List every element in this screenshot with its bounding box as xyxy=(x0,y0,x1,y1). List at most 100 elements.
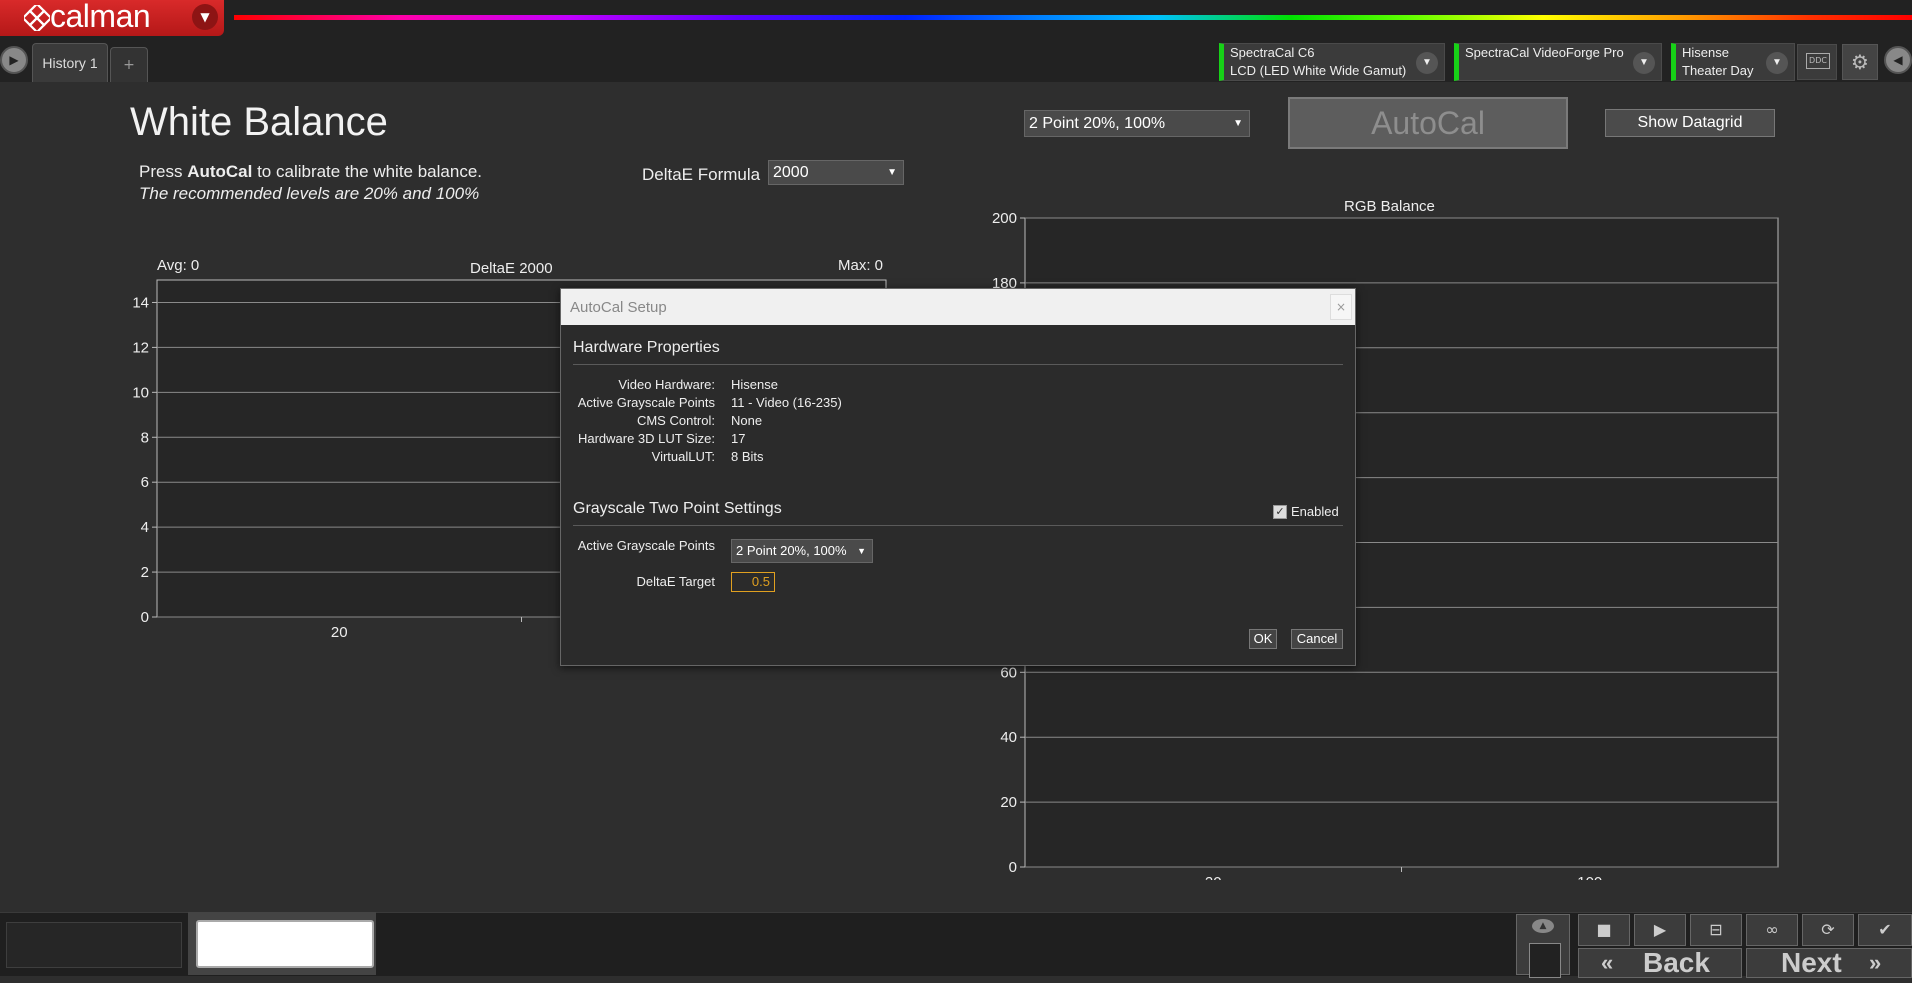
chevron-down-icon[interactable]: ▼ xyxy=(192,4,218,30)
ok-button[interactable]: OK xyxy=(1249,629,1277,649)
chevron-down-icon[interactable]: ▼ xyxy=(1766,52,1788,74)
double-chevron-right-icon: » xyxy=(1869,950,1882,975)
delta-formula-select[interactable]: 2000 ▼ xyxy=(768,160,904,185)
grayscale-section-title: Grayscale Two Point Settings xyxy=(573,500,782,517)
play-icon[interactable]: ▶ xyxy=(1634,914,1686,946)
y-tick-label: 14 xyxy=(132,294,149,311)
y-tick-label: 8 xyxy=(141,429,149,446)
device-generator-name: SpectraCal VideoForge Pro xyxy=(1465,45,1624,60)
property-value: None xyxy=(731,413,763,428)
show-datagrid-button[interactable]: Show Datagrid xyxy=(1605,109,1775,137)
property-label: Hardware 3D LUT Size: xyxy=(577,431,715,446)
chevron-up-icon: ▲ xyxy=(1532,919,1554,933)
x-tick-label: 20 xyxy=(331,624,348,641)
tab-history-1[interactable]: History 1 xyxy=(32,43,108,82)
points-select[interactable]: 2 Point 20%, 100% ▼ xyxy=(1024,110,1250,137)
x-tick-label: 100 xyxy=(1577,874,1602,880)
add-tab-button[interactable]: + xyxy=(110,47,148,82)
chevron-down-icon[interactable]: ▼ xyxy=(1633,52,1655,74)
workflow-thumbnail-current[interactable] xyxy=(196,920,374,968)
property-value: Hisense xyxy=(731,377,778,392)
instruction-suffix: to calibrate the white balance. xyxy=(252,162,483,181)
caret-down-icon: ▼ xyxy=(1233,117,1243,129)
active-points-select[interactable]: 2 Point 20%, 100% ▼ xyxy=(731,539,873,563)
deltae-chart-title: DeltaE 2000 xyxy=(470,260,553,277)
device-display-name: Hisense xyxy=(1682,45,1729,60)
device-pattern-generator[interactable]: SpectraCal VideoForge Pro ▼ xyxy=(1454,43,1662,81)
y-tick-label: 40 xyxy=(1000,729,1017,746)
step-icon[interactable]: ⊟ xyxy=(1690,914,1742,946)
gear-icon[interactable]: ⚙ xyxy=(1842,44,1878,80)
caret-down-icon: ▼ xyxy=(857,546,866,556)
points-select-value: 2 Point 20%, 100% xyxy=(1029,115,1166,132)
refresh-icon[interactable]: ⟳ xyxy=(1802,914,1854,946)
deltae-max: Max: 0 xyxy=(838,257,884,274)
stop-icon[interactable]: ■ xyxy=(1578,914,1630,946)
hardware-section-title: Hardware Properties xyxy=(573,339,720,356)
close-icon[interactable]: × xyxy=(1330,294,1352,320)
dialog-titlebar xyxy=(561,289,1355,325)
rainbow-strip xyxy=(234,15,1912,20)
chevron-down-icon[interactable]: ▼ xyxy=(1416,52,1438,74)
back-button[interactable]: « Back xyxy=(1578,947,1742,978)
x-tick-label: 20 xyxy=(1205,874,1222,880)
device-meter-name: SpectraCal C6 xyxy=(1230,45,1315,60)
y-tick-label: 12 xyxy=(132,339,149,356)
workflow-thumbnail-previous[interactable] xyxy=(6,922,182,968)
active-points-label: Active Grayscale Points xyxy=(577,538,715,553)
panel-icon xyxy=(1529,943,1561,978)
page-title: White Balance xyxy=(130,100,388,144)
rgb-chart-title: RGB Balance xyxy=(1344,198,1435,215)
y-tick-label: 0 xyxy=(1009,859,1017,876)
property-value: 8 Bits xyxy=(731,449,764,464)
dialog-title: AutoCal Setup xyxy=(570,299,667,316)
deltae-avg: Avg: 0 xyxy=(157,257,200,274)
device-meter[interactable]: SpectraCal C6 LCD (LED White Wide Gamut)… xyxy=(1219,43,1445,81)
property-label: VirtualLUT: xyxy=(651,449,715,464)
divider xyxy=(573,364,1343,365)
back-label: Back xyxy=(1643,947,1710,978)
brand-name: calman xyxy=(50,0,151,34)
y-tick-label: 200 xyxy=(992,210,1017,227)
calman-logo-icon xyxy=(24,5,50,31)
checkmark-icon[interactable]: ✔ xyxy=(1858,914,1912,946)
y-tick-label: 4 xyxy=(141,519,149,536)
property-label: Video Hardware: xyxy=(618,377,715,392)
enabled-label: Enabled xyxy=(1291,504,1339,519)
device-display-mode: Theater Day xyxy=(1682,63,1754,78)
delta-formula-label: DeltaE Formula xyxy=(642,165,761,184)
delta-formula-value: 2000 xyxy=(773,164,809,181)
delta-target-input[interactable]: 0.5 xyxy=(731,572,775,592)
property-label: Active Grayscale Points xyxy=(577,395,715,410)
autocal-button[interactable]: AutoCal xyxy=(1288,97,1568,149)
instruction-text: Press AutoCal to calibrate the white bal… xyxy=(139,162,482,182)
next-button[interactable]: Next » xyxy=(1746,947,1912,978)
instruction-prefix: Press xyxy=(139,162,188,181)
y-tick-label: 10 xyxy=(132,384,149,401)
autocal-setup-dialog: AutoCal Setup × Hardware Properties Vide… xyxy=(560,288,1356,666)
caret-down-icon: ▼ xyxy=(887,166,897,178)
enabled-checkbox[interactable]: ✓ xyxy=(1273,505,1287,519)
property-value: 11 - Video (16-235) xyxy=(731,395,842,410)
device-meter-mode: LCD (LED White Wide Gamut) xyxy=(1230,63,1407,78)
device-display[interactable]: Hisense Theater Day ▼ xyxy=(1671,43,1795,81)
y-tick-label: 0 xyxy=(141,609,149,626)
delta-target-label: DeltaE Target xyxy=(636,574,715,589)
y-tick-label: 6 xyxy=(141,474,149,491)
divider xyxy=(573,525,1343,526)
next-label: Next xyxy=(1781,947,1842,978)
cancel-button[interactable]: Cancel xyxy=(1291,629,1343,649)
y-tick-label: 60 xyxy=(1000,664,1017,681)
double-chevron-left-icon: « xyxy=(1601,950,1614,975)
collapse-panel-button[interactable]: ▲ xyxy=(1516,914,1570,978)
property-value: 17 xyxy=(731,431,746,446)
back-arrow-icon[interactable]: ◀ xyxy=(1884,46,1912,74)
play-icon[interactable]: ▶ xyxy=(0,46,28,74)
property-label: CMS Control: xyxy=(636,413,715,428)
ddc-button[interactable]: DDC xyxy=(1797,44,1837,80)
y-tick-label: 2 xyxy=(141,564,149,581)
y-tick-label: 20 xyxy=(1000,794,1017,811)
active-points-value: 2 Point 20%, 100% xyxy=(736,543,847,558)
recommendation-text: The recommended levels are 20% and 100% xyxy=(139,184,480,203)
loop-icon[interactable]: ∞ xyxy=(1746,914,1798,946)
